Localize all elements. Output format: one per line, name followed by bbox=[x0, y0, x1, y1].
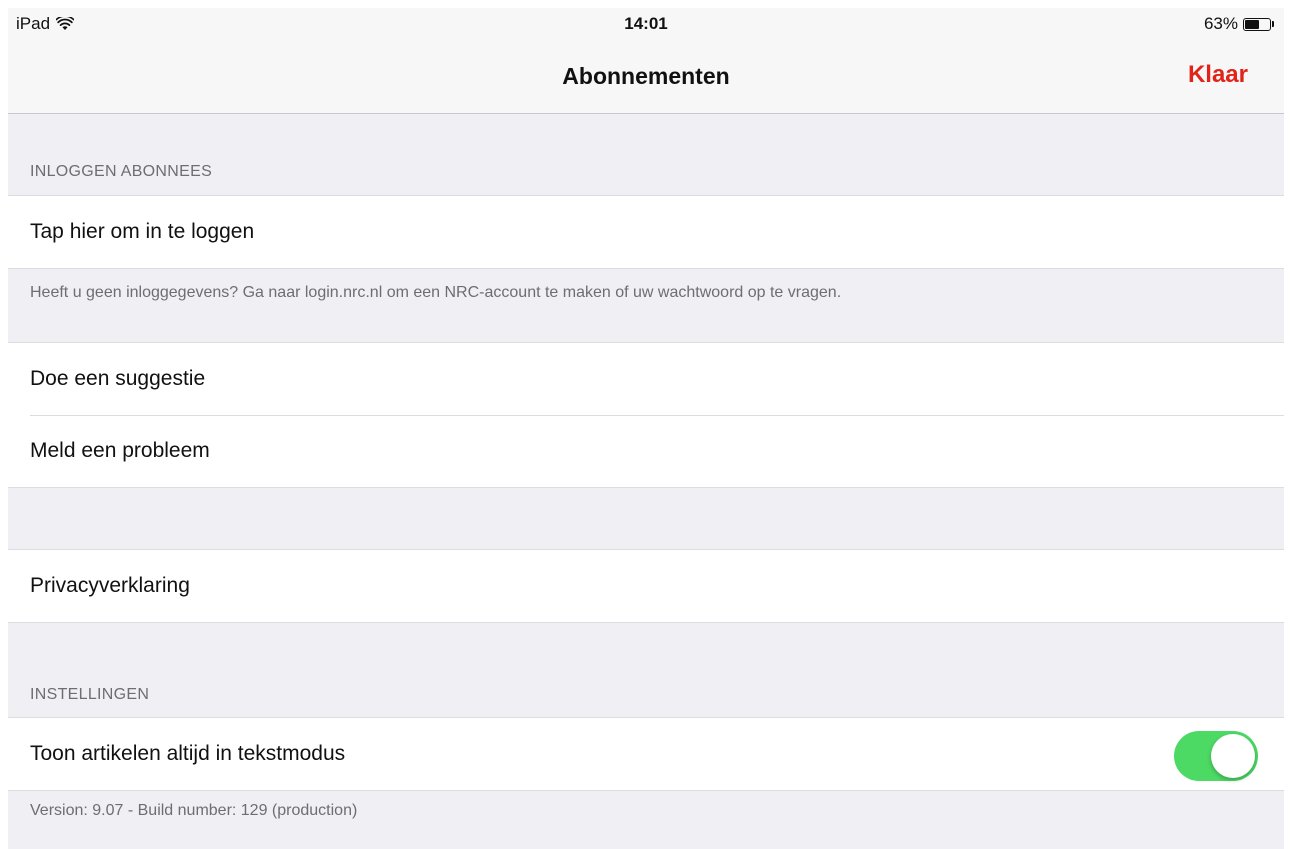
settings-group: Toon artikelen altijd in tekstmodus bbox=[8, 717, 1284, 791]
status-right: 63% bbox=[1204, 14, 1274, 34]
settings-section-header: INSTELLINGEN bbox=[30, 686, 150, 703]
battery-fill bbox=[1245, 19, 1259, 29]
text-mode-row: Toon artikelen altijd in tekstmodus bbox=[8, 718, 1284, 790]
login-section-header: INLOGGEN ABONNEES bbox=[30, 163, 213, 180]
version-info: Version: 9.07 - Build number: 129 (produ… bbox=[30, 802, 358, 819]
privacy-group: Privacyverklaring bbox=[8, 549, 1284, 623]
text-mode-toggle[interactable] bbox=[1174, 731, 1258, 781]
status-time: 14:01 bbox=[624, 14, 668, 33]
navigation-bar: iPad 14:01 63% Abonnementen Klaar bbox=[8, 8, 1284, 114]
battery-percentage: 63% bbox=[1203, 14, 1238, 33]
suggestion-row[interactable]: Doe een suggestie bbox=[8, 343, 1284, 415]
privacy-row[interactable]: Privacyverklaring bbox=[8, 550, 1284, 622]
settings-screen: iPad 14:01 63% Abonnementen Klaar INLOGG… bbox=[8, 8, 1284, 849]
done-button[interactable]: Klaar bbox=[1188, 61, 1248, 89]
report-problem-row[interactable]: Meld een probleem bbox=[8, 415, 1284, 487]
page-title: Abonnementen bbox=[562, 63, 730, 89]
toggle-knob bbox=[1211, 734, 1255, 778]
battery-tip bbox=[1272, 21, 1274, 27]
login-row[interactable]: Tap hier om in te loggen bbox=[8, 196, 1284, 268]
feedback-group: Doe een suggestie Meld een probleem bbox=[8, 342, 1284, 488]
login-group: Tap hier om in te loggen bbox=[8, 195, 1284, 269]
battery-icon bbox=[1243, 17, 1271, 31]
text-mode-label: Toon artikelen altijd in tekstmodus bbox=[30, 742, 346, 765]
login-section-footer: Heeft u geen inloggegevens? Ga naar logi… bbox=[30, 284, 842, 301]
